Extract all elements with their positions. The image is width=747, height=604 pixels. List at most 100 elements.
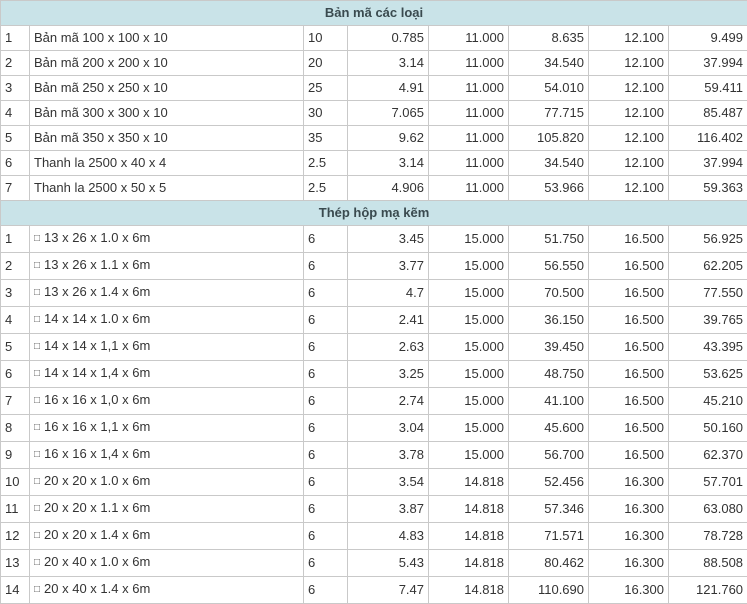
amount: 51.750: [509, 226, 589, 253]
table-row: 6□14 x 14 x 1,4 x 6m63.2515.00048.75016.…: [1, 361, 747, 388]
weight: 3.78: [348, 442, 429, 469]
row-index: 7: [1, 388, 30, 415]
square-profile-icon: □: [34, 314, 40, 325]
product-name-text: 20 x 40 x 1.0 x 6m: [44, 554, 150, 569]
row-index: 14: [1, 577, 30, 604]
amount: 70.500: [509, 280, 589, 307]
unit-price: 15.000: [429, 388, 509, 415]
square-profile-icon: □: [34, 341, 40, 352]
quantity: 6: [304, 415, 348, 442]
row-index: 4: [1, 101, 30, 126]
product-name: □14 x 14 x 1,1 x 6m: [30, 334, 304, 361]
product-name-text: 14 x 14 x 1.0 x 6m: [44, 311, 150, 326]
weight: 3.77: [348, 253, 429, 280]
row-index: 12: [1, 523, 30, 550]
row-index: 2: [1, 253, 30, 280]
total: 39.765: [669, 307, 747, 334]
product-name: □20 x 20 x 1.1 x 6m: [30, 496, 304, 523]
amount: 45.600: [509, 415, 589, 442]
table-row: 10□20 x 20 x 1.0 x 6m63.5414.81852.45616…: [1, 469, 747, 496]
product-name-text: Bản mã 250 x 250 x 10: [34, 80, 168, 95]
quantity: 6: [304, 550, 348, 577]
amount: 34.540: [509, 51, 589, 76]
quantity: 6: [304, 577, 348, 604]
unit-price: 15.000: [429, 334, 509, 361]
product-name-text: 20 x 40 x 1.4 x 6m: [44, 581, 150, 596]
price-table-body: Bản mã các loại1Bản mã 100 x 100 x 10100…: [1, 1, 747, 604]
unit-price: 15.000: [429, 253, 509, 280]
table-row: 5Bản mã 350 x 350 x 10359.6211.000105.82…: [1, 126, 747, 151]
quantity: 6: [304, 226, 348, 253]
amount: 57.346: [509, 496, 589, 523]
product-name: □16 x 16 x 1,0 x 6m: [30, 388, 304, 415]
total: 50.160: [669, 415, 747, 442]
unit-price-vat: 16.500: [589, 361, 669, 388]
weight: 4.7: [348, 280, 429, 307]
unit-price: 11.000: [429, 51, 509, 76]
table-row: 12□20 x 20 x 1.4 x 6m64.8314.81871.57116…: [1, 523, 747, 550]
unit-price-vat: 12.100: [589, 51, 669, 76]
total: 59.411: [669, 76, 747, 101]
table-row: 1Bản mã 100 x 100 x 10100.78511.0008.635…: [1, 26, 747, 51]
product-name: □14 x 14 x 1,4 x 6m: [30, 361, 304, 388]
product-name-text: Bản mã 350 x 350 x 10: [34, 130, 168, 145]
unit-price: 14.818: [429, 523, 509, 550]
total: 62.205: [669, 253, 747, 280]
unit-price-vat: 16.300: [589, 577, 669, 604]
unit-price-vat: 16.500: [589, 388, 669, 415]
unit-price-vat: 16.500: [589, 253, 669, 280]
amount: 71.571: [509, 523, 589, 550]
unit-price: 14.818: [429, 577, 509, 604]
total: 77.550: [669, 280, 747, 307]
unit-price: 14.818: [429, 496, 509, 523]
table-row: 3□13 x 26 x 1.4 x 6m64.715.00070.50016.5…: [1, 280, 747, 307]
product-name-text: 13 x 26 x 1.0 x 6m: [44, 230, 150, 245]
amount: 80.462: [509, 550, 589, 577]
weight: 3.04: [348, 415, 429, 442]
quantity: 6: [304, 442, 348, 469]
unit-price: 15.000: [429, 280, 509, 307]
product-name-text: 16 x 16 x 1,0 x 6m: [44, 392, 150, 407]
total: 45.210: [669, 388, 747, 415]
section-header-row: Thép hộp mạ kẽm: [1, 201, 747, 226]
table-row: 9□16 x 16 x 1,4 x 6m63.7815.00056.70016.…: [1, 442, 747, 469]
product-name: Bản mã 250 x 250 x 10: [30, 76, 304, 101]
product-name-text: Bản mã 300 x 300 x 10: [34, 105, 168, 120]
unit-price-vat: 16.500: [589, 307, 669, 334]
weight: 2.63: [348, 334, 429, 361]
product-name-text: 14 x 14 x 1,4 x 6m: [44, 365, 150, 380]
quantity: 6: [304, 388, 348, 415]
unit-price-vat: 16.500: [589, 280, 669, 307]
product-name: □20 x 40 x 1.0 x 6m: [30, 550, 304, 577]
quantity: 6: [304, 280, 348, 307]
total: 88.508: [669, 550, 747, 577]
weight: 3.87: [348, 496, 429, 523]
weight: 0.785: [348, 26, 429, 51]
product-name-text: 13 x 26 x 1.4 x 6m: [44, 284, 150, 299]
total: 85.487: [669, 101, 747, 126]
table-row: 5□14 x 14 x 1,1 x 6m62.6315.00039.45016.…: [1, 334, 747, 361]
square-profile-icon: □: [34, 449, 40, 460]
quantity: 6: [304, 523, 348, 550]
total: 121.760: [669, 577, 747, 604]
product-name-text: 20 x 20 x 1.4 x 6m: [44, 527, 150, 542]
unit-price: 15.000: [429, 361, 509, 388]
amount: 105.820: [509, 126, 589, 151]
unit-price: 15.000: [429, 307, 509, 334]
total: 37.994: [669, 51, 747, 76]
row-index: 13: [1, 550, 30, 577]
product-name: □16 x 16 x 1,4 x 6m: [30, 442, 304, 469]
row-index: 1: [1, 26, 30, 51]
row-index: 3: [1, 76, 30, 101]
row-index: 6: [1, 361, 30, 388]
weight: 2.74: [348, 388, 429, 415]
table-row: 2□13 x 26 x 1.1 x 6m63.7715.00056.55016.…: [1, 253, 747, 280]
unit-price-vat: 16.500: [589, 226, 669, 253]
row-index: 3: [1, 280, 30, 307]
unit-price-vat: 16.500: [589, 334, 669, 361]
total: 9.499: [669, 26, 747, 51]
weight: 4.83: [348, 523, 429, 550]
unit-price: 15.000: [429, 226, 509, 253]
product-name-text: 13 x 26 x 1.1 x 6m: [44, 257, 150, 272]
weight: 3.14: [348, 151, 429, 176]
